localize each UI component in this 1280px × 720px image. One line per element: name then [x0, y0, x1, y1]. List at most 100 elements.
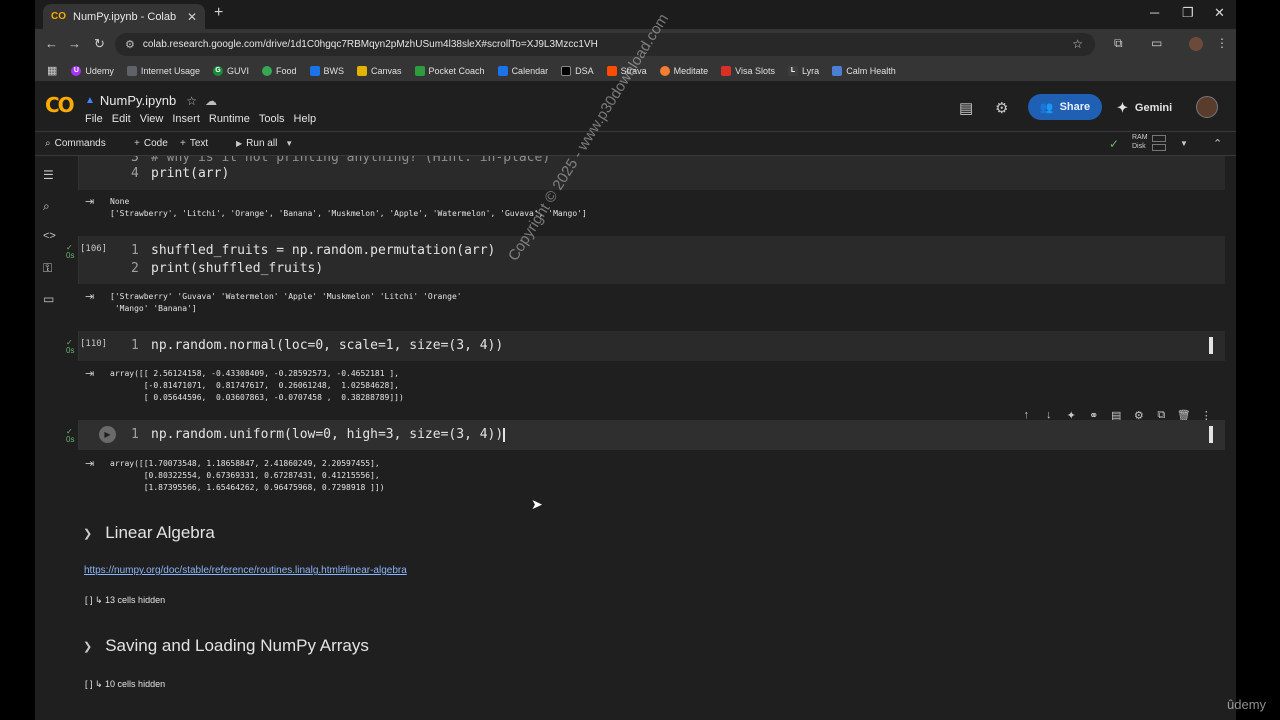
gemini-button[interactable]: ✦ Gemini [1117, 100, 1172, 116]
reload-icon[interactable]: ↻ [94, 36, 105, 52]
commands-button[interactable]: ⌕ Commands [45, 138, 106, 149]
bookmark-food[interactable]: Food [261, 65, 297, 76]
find-replace-icon[interactable]: ⌕ [43, 199, 50, 214]
extensions-icon[interactable]: ⧉ [1114, 36, 1123, 51]
bookmark-star-icon[interactable]: ☆ [1072, 37, 1083, 51]
bookmark-canvas[interactable]: Canvas [357, 65, 402, 76]
bookmark-meditate[interactable]: Meditate [659, 65, 708, 76]
cell-scrollbar[interactable] [1209, 426, 1213, 443]
hidden-cells-indicator[interactable]: [ ] ↳ 13 cells hidden [85, 595, 165, 606]
output-toggle-icon[interactable]: ⇥ [85, 195, 94, 208]
close-window-icon[interactable]: ✕ [1214, 5, 1225, 21]
run-cell-button[interactable]: ▶ [99, 426, 116, 443]
bookmark-lyra[interactable]: L Lyra [788, 65, 819, 76]
code-snippets-icon[interactable]: <> [43, 230, 56, 242]
disk-label: Disk [1132, 143, 1146, 150]
new-tab-icon[interactable]: + [214, 4, 223, 22]
connected-check-icon: ✓ [1109, 137, 1120, 151]
menu-help[interactable]: Help [294, 113, 317, 125]
bookmark-dsa[interactable]: DSA [561, 65, 594, 76]
bookmark-guvi[interactable]: G GUVI [212, 65, 249, 76]
site-info-icon[interactable]: ⚙ [125, 38, 135, 51]
bookmark-pocket-coach[interactable]: Pocket Coach [414, 65, 485, 76]
gemini-label: Gemini [1134, 102, 1173, 114]
bookmark-label: Visa Slots [735, 65, 776, 76]
chevron-right-icon[interactable]: ❯ [83, 527, 92, 540]
chevron-right-icon[interactable]: ❯ [83, 640, 92, 653]
add-text-button[interactable]: + Text [180, 138, 208, 149]
close-tab-icon[interactable]: ✕ [187, 10, 197, 24]
output-toggle-icon[interactable]: ⇥ [85, 290, 94, 303]
chevron-down-icon[interactable]: ▼ [1180, 139, 1188, 148]
search-icon: ⌕ [45, 138, 51, 149]
gemini-sparkle-icon: ✦ [1117, 100, 1128, 115]
resource-monitor[interactable]: RAM Disk [1132, 133, 1148, 151]
bookmark-calm-health[interactable]: Calm Health [832, 65, 896, 76]
section-title: Saving and Loading NumPy Arrays [105, 636, 369, 655]
colab-logo[interactable]: CO [45, 93, 75, 117]
chevron-up-icon[interactable]: ⌃ [1213, 137, 1222, 150]
output-toggle-icon[interactable]: ⇥ [85, 457, 94, 470]
menu-tools[interactable]: Tools [259, 113, 285, 125]
section-saving-loading[interactable]: ❯ Saving and Loading NumPy Arrays [83, 636, 369, 656]
section-title: Linear Algebra [105, 523, 215, 542]
cell-scrollbar[interactable] [1209, 337, 1213, 354]
settings-gear-icon[interactable]: ⚙ [995, 99, 1008, 117]
bookmark-internet-usage[interactable]: Internet Usage [126, 65, 200, 76]
maximize-icon[interactable]: ❐ [1182, 5, 1194, 21]
bookmark-visa-slots[interactable]: Visa Slots [721, 65, 776, 76]
cell-output: array([[ 2.56124158, -0.43308409, -0.285… [110, 369, 404, 402]
menu-runtime[interactable]: Runtime [209, 113, 250, 125]
back-icon[interactable]: ← [45, 36, 58, 51]
star-icon[interactable]: ☆ [186, 94, 197, 108]
notebook-toolbar: ⌕ Commands + Code + Text ▶ Run all ▼ ✓ R… [35, 131, 1236, 156]
apps-icon[interactable]: ▦ [47, 64, 57, 77]
table-of-contents-icon[interactable]: ☰ [43, 168, 54, 182]
comment-icon[interactable]: ▤ [959, 99, 973, 117]
add-text-label: Text [189, 138, 209, 149]
notebook-title[interactable]: NumPy.ipynb [100, 93, 176, 108]
browser-menu-icon[interactable]: ⋮ [1216, 36, 1228, 50]
run-all-button[interactable]: ▶ Run all ▼ [236, 138, 297, 149]
bookmark-label: Calm Health [846, 65, 896, 76]
code-line: 4 print(arr) [131, 166, 230, 181]
account-avatar[interactable] [1196, 96, 1218, 118]
cell-output: ['Strawberry' 'Guvava' 'Watermelon' 'App… [110, 292, 462, 313]
section-linear-algebra[interactable]: ❯ Linear Algebra [83, 523, 215, 543]
udemy-watermark: ûdemy [1227, 697, 1267, 712]
code-line[interactable]: 1 np.random.uniform(low=0, high=3, size=(… [131, 427, 506, 442]
bookmark-udemy[interactable]: U Udemy [71, 65, 114, 76]
menu-view[interactable]: View [140, 113, 164, 125]
bookmark-bws[interactable]: BWS [309, 65, 344, 76]
left-sidebar: ☰ ⌕ <> ⚿ ▭ [35, 156, 63, 720]
code-cell[interactable]: [110] 1 np.random.normal(loc=0, scale=1, … [78, 331, 1225, 361]
profile-avatar[interactable] [1189, 37, 1203, 51]
hidden-cells-indicator[interactable]: [ ] ↳ 10 cells hidden [85, 679, 165, 690]
secrets-key-icon[interactable]: ⚿ [43, 261, 52, 276]
menu-edit[interactable]: Edit [112, 113, 131, 125]
bookmark-calendar[interactable]: Calendar [497, 65, 548, 76]
browser-tab[interactable]: CO NumPy.ipynb - Colab ✕ [43, 4, 205, 29]
people-icon: 👥 [1039, 101, 1054, 114]
files-folder-icon[interactable]: ▭ [43, 292, 54, 306]
code-cell[interactable]: [106] 1 shuffled_fruits = np.random.permu… [78, 236, 1225, 284]
address-bar[interactable]: ⚙ colab.research.google.com/drive/1d1C0h… [115, 33, 1095, 56]
share-label: Share [1059, 101, 1091, 113]
chevron-down-icon[interactable]: ▼ [285, 139, 293, 148]
forward-icon[interactable]: → [68, 36, 81, 51]
menu-file[interactable]: File [85, 113, 103, 125]
execution-count: [110] [80, 339, 108, 349]
exec-status: ✓ 0s [66, 244, 74, 260]
code-cell-active[interactable]: ▶ 1 np.random.uniform(low=0, high=3, size… [78, 420, 1225, 450]
code-cell[interactable]: 3 # why is it not printing anything? (Hin… [78, 156, 1225, 190]
url-text: colab.research.google.com/drive/1d1C0hgq… [142, 39, 598, 50]
menu-insert[interactable]: Insert [172, 113, 200, 125]
output-toggle-icon[interactable]: ⇥ [85, 367, 94, 380]
cast-icon[interactable]: ▭ [1151, 36, 1162, 50]
disk-bar [1152, 144, 1166, 151]
cloud-icon[interactable]: ☁ [205, 94, 217, 108]
add-code-button[interactable]: + Code [134, 138, 168, 149]
share-button[interactable]: 👥 Share [1028, 94, 1102, 120]
linalg-doc-link[interactable]: https://numpy.org/doc/stable/reference/r… [84, 565, 407, 576]
minimize-icon[interactable]: ─ [1150, 5, 1159, 20]
